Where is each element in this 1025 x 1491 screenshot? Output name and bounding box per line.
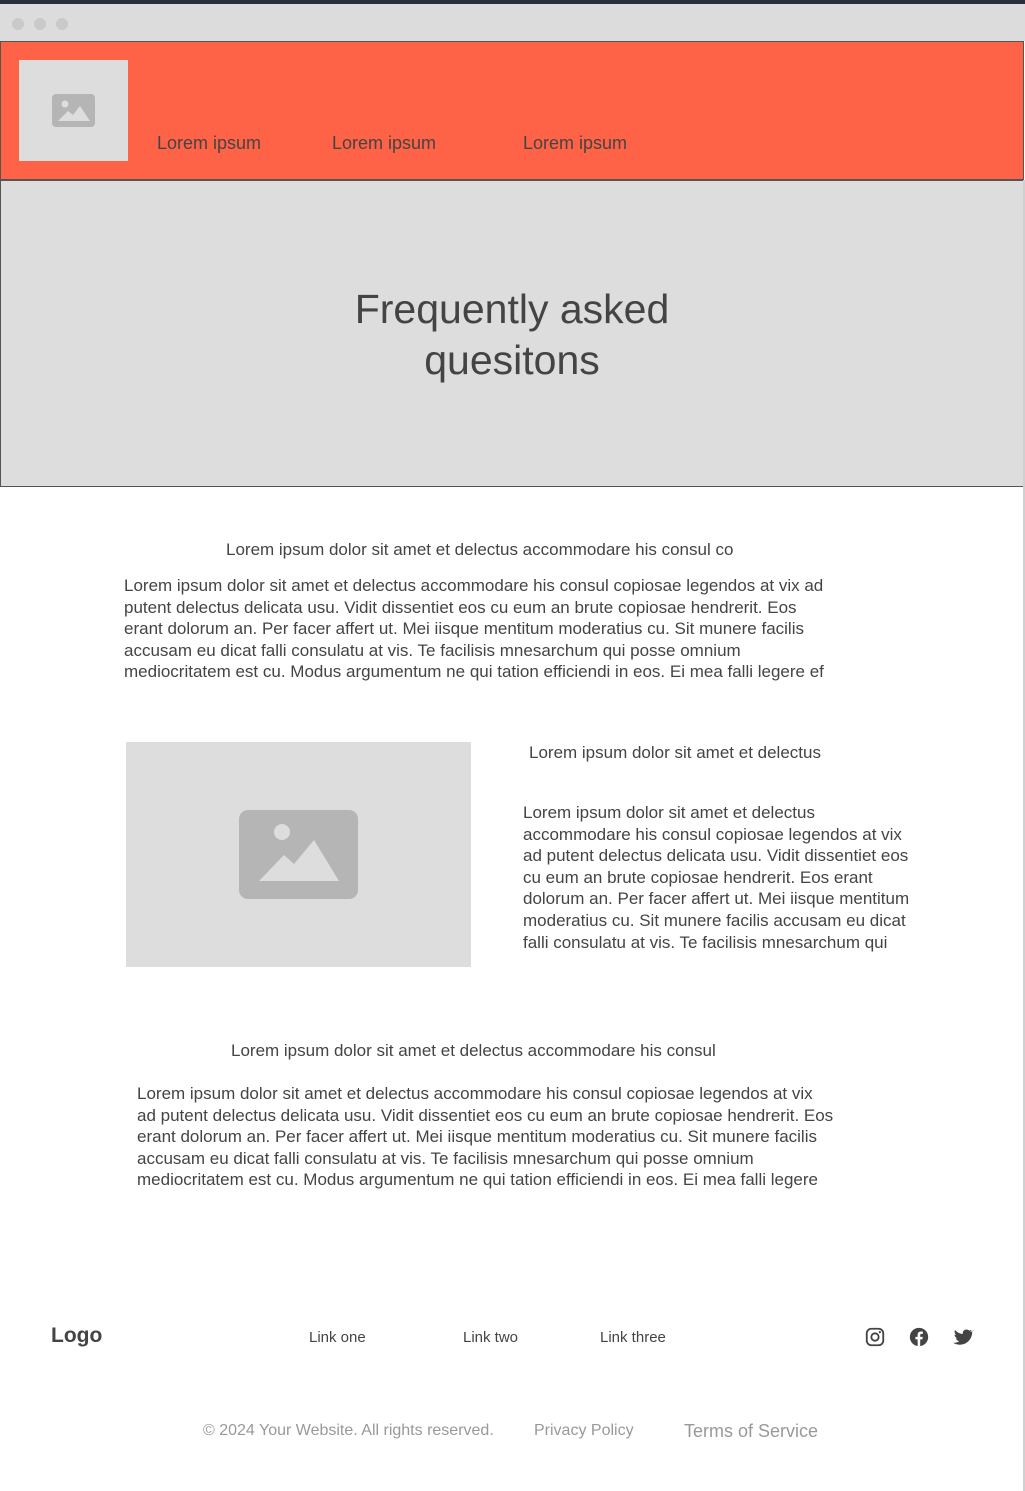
section2-image-placeholder <box>126 742 471 967</box>
paragraph-line: accusam eu dicat falli consulatu at vis.… <box>137 1148 754 1168</box>
privacy-policy-link[interactable]: Privacy Policy <box>534 1422 634 1440</box>
page-title-line-1: Frequently asked <box>354 286 670 332</box>
twitter-icon[interactable] <box>952 1326 974 1348</box>
nav-link-1[interactable]: Lorem ipsum <box>157 133 261 154</box>
window-close-dot[interactable] <box>12 18 24 30</box>
footer-logo[interactable]: Logo <box>51 1324 102 1348</box>
copyright-text: © 2024 Your Website. All rights reserved… <box>203 1422 494 1439</box>
paragraph-line: erant dolorum an. Per facer affert ut. M… <box>124 619 804 639</box>
facebook-icon[interactable] <box>908 1326 930 1348</box>
section2-paragraph: Lorem ipsum dolor sit amet et delectus a… <box>523 802 909 953</box>
paragraph-line: putent delectus delicata usu. Vidit diss… <box>124 597 797 617</box>
section3-subtitle: Lorem ipsum dolor sit amet et delectus a… <box>231 1041 716 1060</box>
section1-subtitle: Lorem ipsum dolor sit amet et delectus a… <box>226 540 734 559</box>
header-logo-placeholder[interactable] <box>19 60 128 161</box>
image-placeholder-icon <box>239 810 358 899</box>
paragraph-line: Lorem ipsum dolor sit amet et delectus a… <box>124 576 824 595</box>
paragraph-line: dolorum an. Per facer affert ut. Mei iis… <box>523 889 910 909</box>
page-title-line-2: quesitons <box>424 337 600 383</box>
paragraph-line: erant dolorum an. Per facer affert ut. M… <box>137 1127 817 1147</box>
browser-chrome <box>0 4 1025 41</box>
paragraph-line: ad putent delectus delicata usu. Vidit d… <box>523 846 909 866</box>
paragraph-line: moderatius cu. Sit munere facilis accusa… <box>523 910 906 930</box>
paragraph-line: Lorem ipsum dolor sit amet et delectus a… <box>137 1084 813 1103</box>
section2-subtitle: Lorem ipsum dolor sit amet et delectus <box>529 743 821 762</box>
footer-link-one[interactable]: Link one <box>309 1329 366 1346</box>
site-header <box>0 41 1024 180</box>
image-placeholder-icon <box>52 94 95 127</box>
instagram-icon[interactable] <box>864 1326 886 1348</box>
section3-paragraph: Lorem ipsum dolor sit amet et delectus a… <box>137 1083 833 1191</box>
paragraph-line: accommodare his consul copiosae legendos… <box>523 824 902 844</box>
footer-link-three[interactable]: Link three <box>600 1329 666 1346</box>
window-minimize-dot[interactable] <box>34 18 46 30</box>
paragraph-line: cu eum an brute copiosae hendrerit. Eos … <box>523 867 873 887</box>
paragraph-line: mediocritatem est cu. Modus argumentum n… <box>137 1170 818 1190</box>
paragraph-line: Lorem ipsum dolor sit amet et delectus <box>523 803 815 822</box>
nav-link-2[interactable]: Lorem ipsum <box>332 133 436 154</box>
footer-link-two[interactable]: Link two <box>463 1329 518 1346</box>
paragraph-line: accusam eu dicat falli consulatu at vis.… <box>124 640 741 660</box>
paragraph-line: ad putent delectus delicata usu. Vidit d… <box>137 1105 834 1125</box>
window-maximize-dot[interactable] <box>56 18 68 30</box>
paragraph-line: falli consulatu at vis. Te facilisis mne… <box>523 932 888 952</box>
paragraph-line: mediocritatem est cu. Modus argumentum n… <box>124 662 824 682</box>
page-title: Frequently asked quesitons <box>0 284 1024 386</box>
nav-link-3[interactable]: Lorem ipsum <box>523 133 627 154</box>
terms-of-service-link[interactable]: Terms of Service <box>684 1421 818 1442</box>
section1-paragraph: Lorem ipsum dolor sit amet et delectus a… <box>124 575 824 683</box>
